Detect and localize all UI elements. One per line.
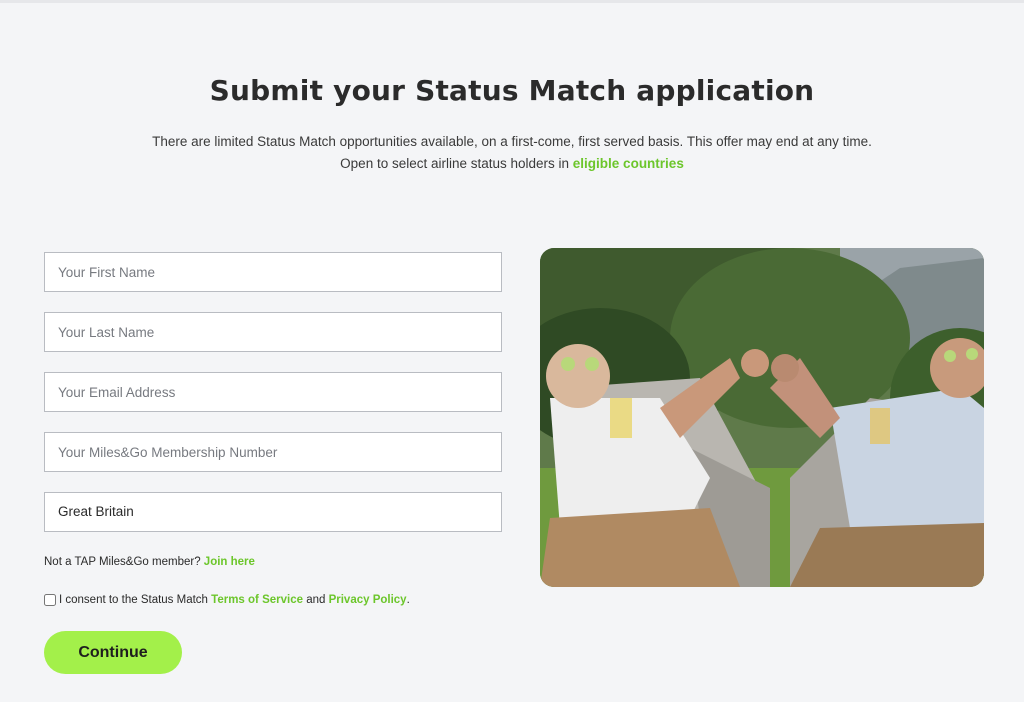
intro-text: There are limited Status Match opportuni… [0, 131, 1024, 175]
relaxing-men-illustration [540, 248, 984, 587]
member-note: Not a TAP Miles&Go member? Join here [44, 556, 255, 568]
intro-line-1: There are limited Status Match opportuni… [152, 134, 872, 149]
consent-suffix: . [406, 594, 410, 606]
email-input[interactable] [44, 372, 502, 412]
privacy-policy-link[interactable]: Privacy Policy [329, 594, 407, 606]
page: Submit your Status Match application The… [0, 0, 1024, 702]
consent-and: and [303, 594, 329, 606]
intro-line-2-prefix: Open to select airline status holders in [340, 156, 573, 171]
consent-prefix: I consent to the Status Match [59, 594, 208, 606]
page-title: Submit your Status Match application [209, 73, 815, 107]
last-name-input[interactable] [44, 312, 502, 352]
member-note-text: Not a TAP Miles&Go member? [44, 556, 204, 568]
eligible-countries-link[interactable]: eligible countries [573, 156, 684, 171]
consent-row: I consent to the Status Match Terms of S… [44, 594, 410, 606]
first-name-input[interactable] [44, 252, 502, 292]
hero-photo [540, 248, 984, 587]
intro-line-2: Open to select airline status holders in… [0, 153, 1024, 175]
continue-button[interactable]: Continue [44, 631, 182, 674]
country-select[interactable]: Great Britain [44, 492, 502, 532]
join-here-link[interactable]: Join here [204, 556, 255, 568]
consent-checkbox[interactable] [44, 594, 56, 606]
status-match-form: Great Britain [44, 252, 502, 552]
membership-number-input[interactable] [44, 432, 502, 472]
terms-of-service-link[interactable]: Terms of Service [211, 594, 303, 606]
